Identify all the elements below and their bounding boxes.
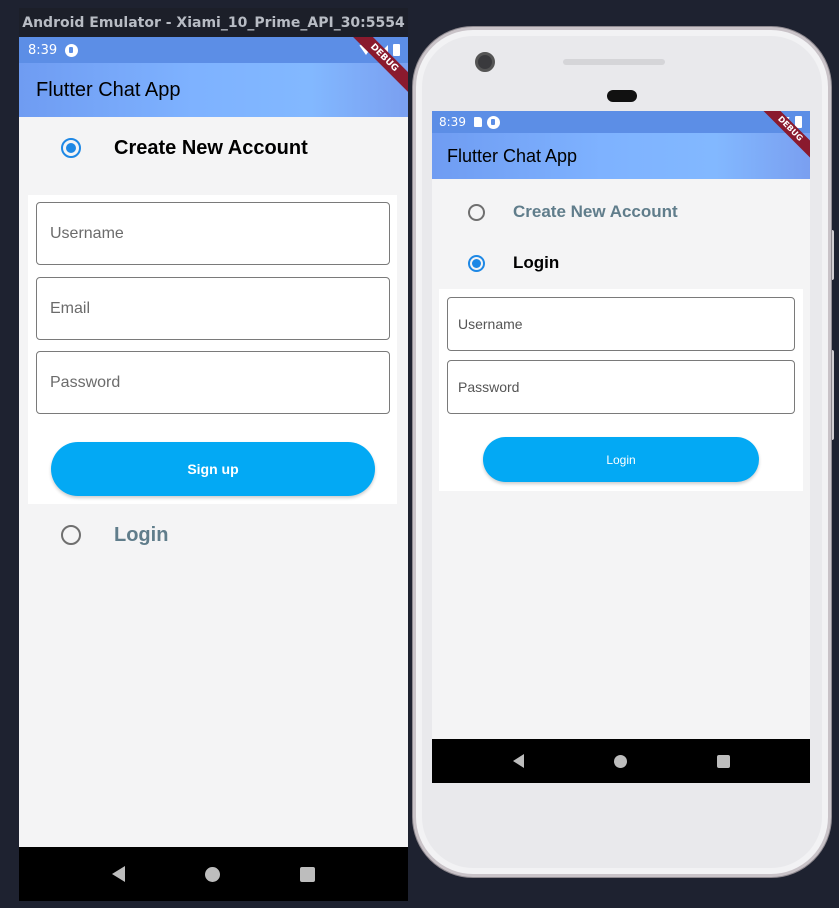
left-screen: 8:39 Flutter Chat App DEBUG Create New A… xyxy=(19,37,408,847)
create-account-radio[interactable] xyxy=(61,138,81,158)
nav-recent-icon[interactable] xyxy=(300,866,315,882)
app-title: Flutter Chat App xyxy=(447,145,578,166)
login-label[interactable]: Login xyxy=(114,524,168,547)
nav-home-icon[interactable] xyxy=(205,866,220,882)
app-bar: Flutter Chat App xyxy=(432,133,810,179)
login-form: Username Password Login xyxy=(439,289,803,491)
fvm-status-icon xyxy=(486,115,500,129)
nav-home-icon[interactable] xyxy=(613,754,627,768)
username-field[interactable]: Username xyxy=(36,202,390,265)
battery-icon xyxy=(393,44,400,56)
login-option[interactable]: Login xyxy=(19,520,408,550)
login-label[interactable]: Login xyxy=(513,253,559,273)
signup-form: Username Email Password Sign up xyxy=(28,195,397,504)
nav-recent-icon[interactable] xyxy=(716,754,730,768)
create-account-radio[interactable] xyxy=(468,203,485,221)
fvm-status-icon xyxy=(65,43,79,57)
create-account-option[interactable]: Create New Account xyxy=(19,133,408,163)
emulator-window: Android Emulator - Xiami_10_Prime_API_30… xyxy=(19,8,408,901)
app-title: Flutter Chat App xyxy=(36,78,181,101)
password-field[interactable]: Password xyxy=(447,360,795,414)
create-account-label[interactable]: Create New Account xyxy=(513,202,678,222)
email-field[interactable]: Email xyxy=(36,277,390,340)
nav-back-icon[interactable] xyxy=(112,866,125,882)
login-radio[interactable] xyxy=(468,254,485,272)
status-time: 8:39 xyxy=(28,42,58,58)
right-screen: 8:39 Flutter Chat App DEBUG Create New A… xyxy=(432,111,810,783)
nav-bar xyxy=(19,847,408,901)
password-field[interactable]: Password xyxy=(36,351,390,414)
login-button[interactable]: Login xyxy=(483,437,759,482)
status-time: 8:39 xyxy=(439,115,466,129)
create-account-option[interactable]: Create New Account xyxy=(432,199,810,225)
status-bar: 8:39 xyxy=(19,37,408,63)
phone-sensor-bar xyxy=(563,59,665,65)
camera-icon xyxy=(475,52,495,72)
nav-bar xyxy=(432,739,810,783)
nav-back-icon[interactable] xyxy=(512,754,524,768)
emulator-title: Android Emulator - Xiami_10_Prime_API_30… xyxy=(19,8,408,37)
login-option[interactable]: Login xyxy=(432,250,810,276)
app-bar: Flutter Chat App xyxy=(19,63,408,117)
username-field[interactable]: Username xyxy=(447,297,795,351)
login-radio[interactable] xyxy=(61,525,81,545)
sd-card-icon xyxy=(473,117,482,127)
create-account-label[interactable]: Create New Account xyxy=(114,137,308,160)
status-bar: 8:39 xyxy=(432,111,810,133)
phone-speaker xyxy=(607,90,637,102)
signup-button[interactable]: Sign up xyxy=(51,442,375,496)
